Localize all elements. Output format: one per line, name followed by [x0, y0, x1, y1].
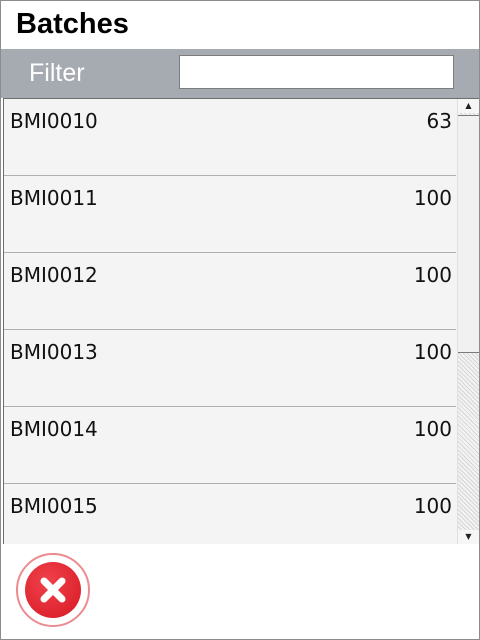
list-item[interactable]: BMI0012 100: [4, 253, 456, 330]
scrollbar-thumb[interactable]: [458, 115, 479, 353]
filter-input[interactable]: [179, 55, 454, 89]
batch-quantity: 100: [413, 340, 452, 364]
batch-list[interactable]: BMI0010 63 BMI0011 100 BMI0012 100 BMI00…: [4, 99, 456, 544]
list-item[interactable]: BMI0010 63: [4, 99, 456, 176]
batch-quantity: 100: [413, 417, 452, 441]
batch-id: BMI0011: [10, 186, 98, 210]
scroll-down-arrow-icon[interactable]: ▼: [458, 530, 479, 544]
scroll-up-arrow-icon[interactable]: ▲: [458, 99, 479, 113]
list-item[interactable]: BMI0013 100: [4, 330, 456, 407]
list-item[interactable]: BMI0014 100: [4, 407, 456, 484]
batch-quantity: 100: [413, 494, 452, 518]
batch-quantity: 100: [413, 186, 452, 210]
batches-window: Batches Filter BMI0010 63 BMI0011 100 BM…: [0, 0, 480, 640]
footer-bar: [1, 544, 479, 639]
list-item[interactable]: BMI0015 100: [4, 484, 456, 544]
batch-id: BMI0010: [10, 109, 98, 133]
page-title: Batches: [16, 8, 129, 40]
list-item[interactable]: BMI0011 100: [4, 176, 456, 253]
filter-bar: Filter: [1, 49, 479, 98]
batch-id: BMI0013: [10, 340, 98, 364]
batch-list-area: BMI0010 63 BMI0011 100 BMI0012 100 BMI00…: [3, 98, 479, 544]
batch-id: BMI0014: [10, 417, 98, 441]
close-button[interactable]: [16, 553, 90, 627]
batch-id: BMI0012: [10, 263, 98, 287]
filter-label: Filter: [29, 59, 85, 87]
batch-quantity: 63: [426, 109, 452, 133]
title-bar: Batches: [1, 1, 479, 49]
batch-quantity: 100: [413, 263, 452, 287]
vertical-scrollbar[interactable]: ▲ ▼: [457, 99, 479, 544]
close-icon: [25, 562, 81, 618]
batch-id: BMI0015: [10, 494, 98, 518]
